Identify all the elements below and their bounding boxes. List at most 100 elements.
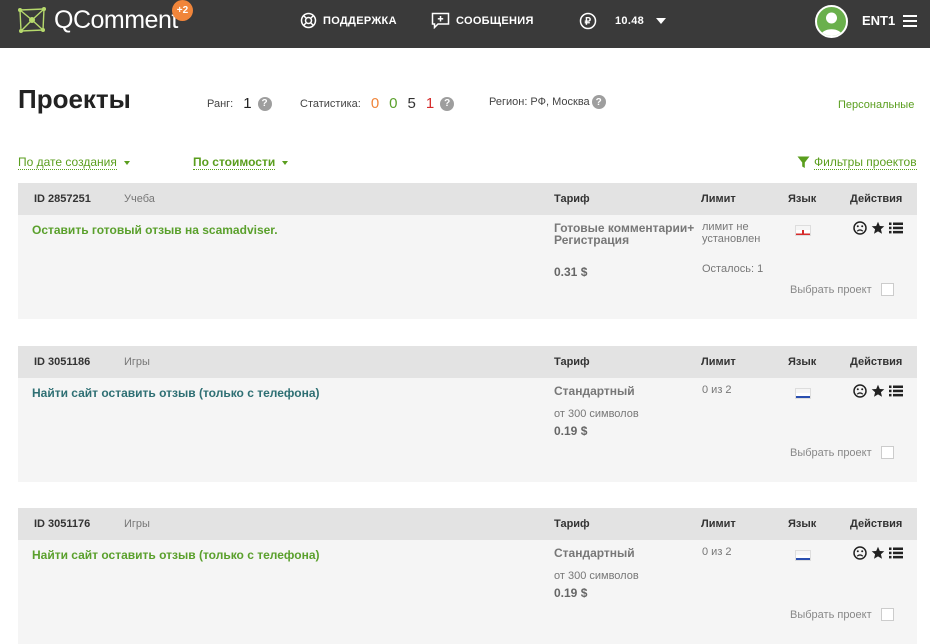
- user-name[interactable]: ENT1: [862, 13, 895, 28]
- stats-label: Статистика:: [300, 97, 361, 110]
- support-link[interactable]: ПОДДЕРЖКА: [300, 12, 397, 29]
- card-header: ID 2857251 Учеба Тариф Лимит Язык Действ…: [18, 183, 917, 215]
- project-category: Игры: [124, 518, 150, 530]
- tariff-description: от 300 символов: [554, 408, 639, 420]
- stat-value: 5: [407, 95, 416, 112]
- remaining-count: Осталось: 1: [702, 263, 764, 275]
- limit-header: Лимит: [701, 193, 736, 205]
- limit-value: 0 из 2: [702, 384, 732, 396]
- actions-header: Действия: [850, 356, 903, 368]
- frown-icon[interactable]: [853, 384, 867, 398]
- help-icon[interactable]: ?: [257, 96, 272, 111]
- select-project-label: Выбрать проект: [790, 283, 872, 296]
- statistics-info: Статистика: 0 0 5 1 ?: [300, 95, 455, 112]
- sort-by-date[interactable]: По дате создания: [18, 155, 130, 170]
- filters-label: Фильтры проектов: [814, 155, 917, 170]
- list-icon[interactable]: [889, 222, 903, 234]
- help-icon[interactable]: ?: [440, 96, 455, 111]
- svg-text:₽: ₽: [585, 17, 592, 28]
- project-price: 0.31 $: [554, 265, 588, 279]
- avatar[interactable]: [815, 5, 848, 38]
- select-project-label: Выбрать проект: [790, 608, 872, 621]
- list-icon[interactable]: [889, 385, 903, 397]
- stat-value: 1: [425, 95, 435, 112]
- balance-menu[interactable]: ₽ 10.48: [579, 12, 667, 30]
- project-title[interactable]: Найти сайт оставить отзыв (только с теле…: [32, 386, 320, 400]
- flag-russia-icon: [795, 550, 811, 561]
- project-title[interactable]: Оставить готовый отзыв на scamadviser.: [32, 223, 278, 237]
- tariff-name: Готовые комментарии+Регистрация: [554, 221, 695, 247]
- project-title[interactable]: Найти сайт оставить отзыв (только с теле…: [32, 548, 320, 562]
- sort-date-label: По дате создания: [18, 155, 117, 170]
- flag-england-icon: [795, 225, 811, 236]
- limit-value: 0 из 2: [702, 546, 732, 558]
- tariff-description: от 300 символов: [554, 570, 639, 582]
- messages-label: СООБЩЕНИЯ: [456, 14, 534, 27]
- logo[interactable]: QComment: [16, 4, 178, 36]
- project-card: ID 2857251 Учеба Тариф Лимит Язык Действ…: [18, 183, 917, 319]
- message-plus-icon: [431, 12, 450, 29]
- frown-icon[interactable]: [853, 221, 867, 235]
- project-card: ID 3051176 Игры Тариф Лимит Язык Действи…: [18, 508, 917, 644]
- frown-icon[interactable]: [853, 546, 867, 560]
- project-category: Учеба: [124, 193, 155, 205]
- project-actions: [853, 384, 903, 398]
- tariff-name: Стандартный: [554, 546, 635, 560]
- project-category: Игры: [124, 356, 150, 368]
- top-bar: QComment +2 ПОДДЕРЖКА СООБЩЕНИЯ ₽ 10.48 …: [0, 0, 930, 48]
- rank-value: 1: [243, 95, 252, 112]
- lang-header: Язык: [788, 193, 817, 205]
- star-icon[interactable]: [871, 546, 885, 560]
- caret-down-icon: [123, 160, 130, 165]
- personal-link[interactable]: Персональные: [838, 99, 914, 111]
- tariff-name: Стандартный: [554, 384, 635, 398]
- select-project[interactable]: Выбрать проект: [790, 283, 894, 296]
- select-project-label: Выбрать проект: [790, 446, 872, 459]
- star-icon[interactable]: [871, 221, 885, 235]
- chevron-down-icon: [656, 18, 667, 24]
- balance-value: 10.48: [615, 15, 645, 27]
- project-id: ID 3051176: [34, 518, 91, 530]
- project-filters[interactable]: Фильтры проектов: [797, 155, 917, 170]
- funnel-icon: [797, 156, 810, 168]
- tariff-header: Тариф: [554, 356, 590, 368]
- page-title: Проекты: [18, 84, 131, 114]
- select-project-checkbox[interactable]: [880, 608, 894, 621]
- logo-text: QComment: [54, 5, 178, 34]
- project-price: 0.19 $: [554, 586, 588, 600]
- support-label: ПОДДЕРЖКА: [323, 14, 397, 27]
- project-price: 0.19 $: [554, 424, 588, 438]
- select-project[interactable]: Выбрать проект: [790, 608, 894, 621]
- stat-value: 0: [389, 95, 398, 112]
- lifebuoy-icon: [300, 12, 317, 29]
- stat-value: 0: [370, 95, 380, 112]
- caret-down-icon: [282, 160, 289, 165]
- sort-cost-label: По стоимости: [193, 155, 276, 170]
- actions-header: Действия: [850, 193, 903, 205]
- notification-badge[interactable]: +2: [172, 0, 193, 21]
- select-project-checkbox[interactable]: [880, 283, 894, 296]
- select-project[interactable]: Выбрать проект: [790, 446, 894, 459]
- rank-info: Ранг: 1 ?: [207, 95, 272, 112]
- sort-by-cost[interactable]: По стоимости: [193, 155, 289, 170]
- card-header: ID 3051176 Игры Тариф Лимит Язык Действи…: [18, 508, 917, 540]
- limit-value: лимит не установлен: [702, 221, 761, 245]
- project-card: ID 3051186 Игры Тариф Лимит Язык Действи…: [18, 346, 917, 482]
- limit-header: Лимит: [701, 518, 736, 530]
- messages-link[interactable]: СООБЩЕНИЯ: [431, 12, 534, 29]
- select-project-checkbox[interactable]: [880, 446, 894, 459]
- network-logo-icon: [18, 7, 46, 33]
- star-icon[interactable]: [871, 384, 885, 398]
- tariff-header: Тариф: [554, 518, 590, 530]
- help-icon[interactable]: ?: [591, 95, 606, 109]
- menu-icon[interactable]: [903, 15, 917, 30]
- list-icon[interactable]: [889, 547, 903, 559]
- card-header: ID 3051186 Игры Тариф Лимит Язык Действи…: [18, 346, 917, 378]
- region-label: Регион: РФ, Москва: [489, 96, 590, 108]
- project-id: ID 2857251: [34, 193, 91, 205]
- project-actions: [853, 221, 903, 235]
- project-actions: [853, 546, 903, 560]
- lang-header: Язык: [788, 356, 817, 368]
- ruble-icon: ₽: [579, 12, 597, 30]
- lang-header: Язык: [788, 518, 817, 530]
